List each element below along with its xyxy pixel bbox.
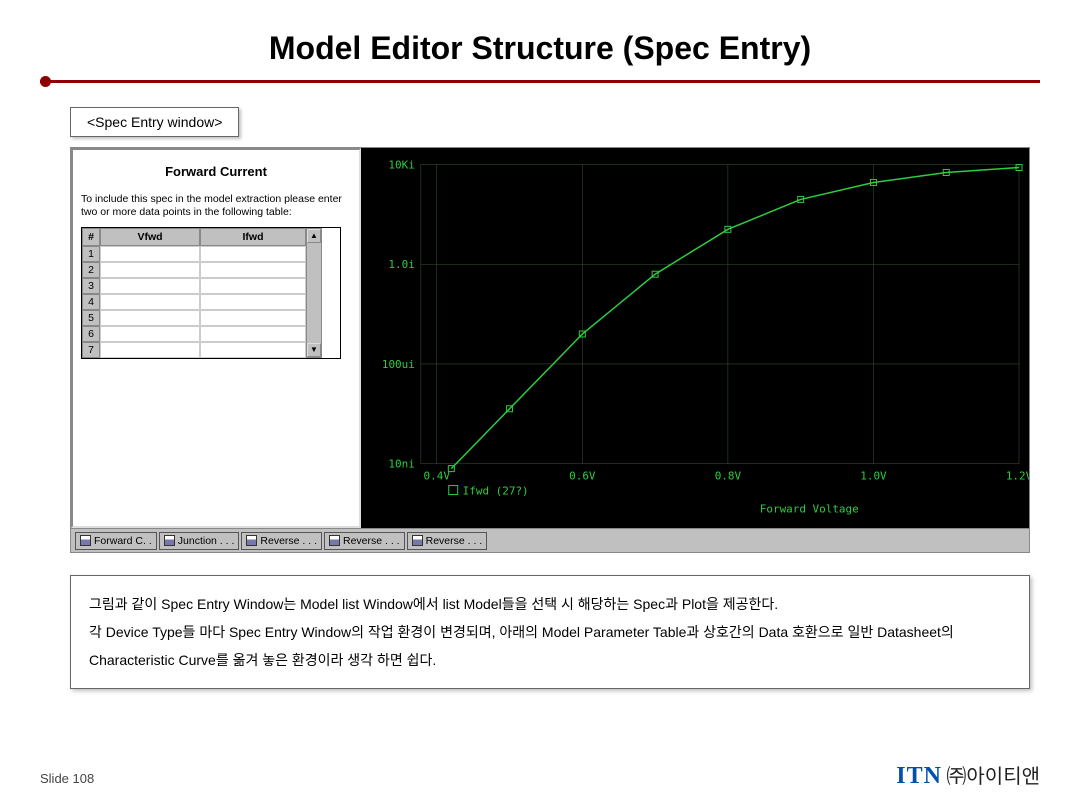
scroll-down-icon[interactable]: ▼ — [307, 343, 321, 357]
scroll-up-icon[interactable]: ▲ — [307, 229, 321, 243]
slide-number: Slide 108 — [40, 771, 94, 786]
table-row[interactable]: 2 — [82, 262, 306, 278]
chart-icon — [164, 535, 175, 546]
chart-icon — [412, 535, 423, 546]
panel-description: To include this spec in the model extrac… — [81, 193, 351, 219]
description-p2: 각 Device Type들 마다 Spec Entry Window의 작업 … — [89, 618, 1011, 674]
plot-panel: 10Ki 1.0i 100ui 10ni 0.4V 0.6V 0.8V 1.0V… — [361, 148, 1029, 528]
table-scrollbar[interactable]: ▲ ▼ — [306, 228, 322, 358]
ytick-1: 1.0i — [388, 258, 414, 271]
ytick-0: 10Ki — [388, 159, 414, 172]
xtick-2: 0.8V — [715, 470, 742, 483]
xtick-3: 1.0V — [860, 470, 887, 483]
description-p1: 그림과 같이 Spec Entry Window는 Model list Win… — [89, 590, 1011, 618]
data-entry-table[interactable]: # Vfwd Ifwd 1234567 ▲ ▼ — [81, 227, 341, 359]
plot-xlabel: Forward Voltage — [760, 502, 859, 515]
chart-icon — [80, 535, 91, 546]
tab-label: Reverse . . . — [343, 535, 400, 547]
table-row[interactable]: 1 — [82, 246, 306, 262]
tab-4[interactable]: Reverse . . . — [407, 532, 488, 550]
tab-2[interactable]: Reverse . . . — [241, 532, 322, 550]
brand: ITN ㈜아이티앤 — [896, 760, 1040, 790]
table-row[interactable]: 7 — [82, 342, 306, 358]
col-header-ifwd[interactable]: Ifwd — [200, 228, 306, 246]
table-row[interactable]: 5 — [82, 310, 306, 326]
tab-1[interactable]: Junction . . . — [159, 532, 240, 550]
slide-title: Model Editor Structure (Spec Entry) — [40, 30, 1040, 67]
ytick-2: 100ui — [382, 358, 415, 371]
plot-legend: Ifwd (27?) — [463, 485, 529, 498]
chart-icon — [329, 535, 340, 546]
tab-label: Forward C. . — [94, 535, 152, 547]
spec-entry-window: Forward Current To include this spec in … — [70, 147, 1030, 553]
table-row[interactable]: 6 — [82, 326, 306, 342]
slide-footer: Slide 108 ITN ㈜아이티앤 — [40, 760, 1040, 790]
col-header-vfwd[interactable]: Vfwd — [100, 228, 200, 246]
table-row[interactable]: 3 — [82, 278, 306, 294]
ytick-3: 10ni — [388, 458, 414, 471]
brand-ko: ㈜아이티앤 — [946, 766, 1040, 788]
title-rule — [40, 75, 1040, 87]
chart-icon — [246, 535, 257, 546]
description-box: 그림과 같이 Spec Entry Window는 Model list Win… — [70, 575, 1030, 689]
table-corner: # — [82, 228, 100, 246]
table-row[interactable]: 4 — [82, 294, 306, 310]
tab-3[interactable]: Reverse . . . — [324, 532, 405, 550]
xtick-1: 0.6V — [569, 470, 596, 483]
caption-box: <Spec Entry window> — [70, 107, 239, 137]
xtick-4: 1.2V — [1006, 470, 1029, 483]
tab-label: Reverse . . . — [426, 535, 483, 547]
tab-0[interactable]: Forward C. . — [75, 532, 157, 550]
spec-input-panel: Forward Current To include this spec in … — [71, 148, 361, 528]
tab-label: Reverse . . . — [260, 535, 317, 547]
tab-label: Junction . . . — [178, 535, 235, 547]
tab-strip: Forward C. . Junction . . . Reverse . . . R… — [71, 528, 1029, 552]
brand-en: ITN — [896, 763, 942, 789]
panel-heading: Forward Current — [81, 164, 351, 179]
xtick-0: 0.4V — [424, 470, 451, 483]
forward-current-plot: 10Ki 1.0i 100ui 10ni 0.4V 0.6V 0.8V 1.0V… — [361, 148, 1029, 528]
